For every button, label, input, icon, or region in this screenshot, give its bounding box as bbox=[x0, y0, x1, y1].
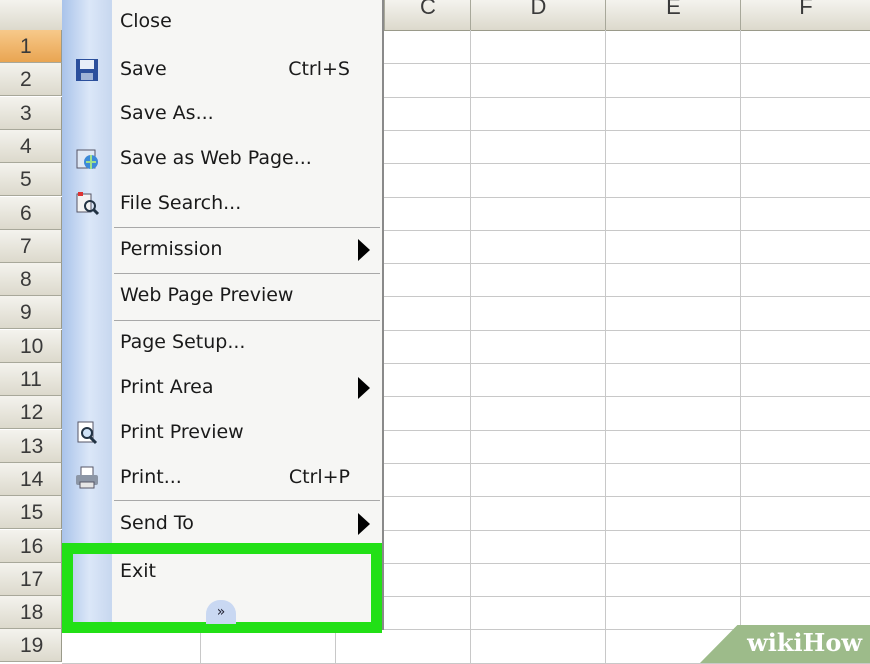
row-header-17[interactable]: 17 bbox=[0, 562, 62, 596]
column-gridline bbox=[605, 30, 606, 663]
menu-item-file-search[interactable]: File Search... bbox=[62, 182, 382, 226]
row-header-2[interactable]: 2 bbox=[0, 63, 62, 97]
submenu-arrow-icon bbox=[358, 239, 370, 261]
menu-item-close[interactable]: Close bbox=[62, 0, 382, 44]
menu-item-page-setup[interactable]: Page Setup... bbox=[62, 321, 382, 365]
menu-item-print-area[interactable]: Print Area bbox=[62, 366, 382, 410]
menu-item-shortcut: Ctrl+S bbox=[288, 58, 350, 80]
file-menu: Close Save Ctrl+S Save As... Save as Web Pag… bbox=[62, 0, 384, 630]
menu-item-print[interactable]: Print... Ctrl+P bbox=[62, 456, 382, 500]
row-header-11[interactable]: 11 bbox=[0, 363, 62, 396]
menu-item-label: Send To bbox=[120, 512, 194, 534]
row-header-1[interactable]: 1 bbox=[0, 30, 62, 63]
print-preview-icon bbox=[74, 420, 100, 446]
menu-item-shortcut: Ctrl+P bbox=[288, 466, 350, 488]
menu-item-label: Print Area bbox=[120, 376, 214, 398]
menu-item-web-page-preview[interactable]: Web Page Preview bbox=[62, 274, 382, 318]
menu-item-label: Save As... bbox=[120, 102, 214, 124]
row-header-14[interactable]: 14 bbox=[0, 462, 62, 496]
row-header-5[interactable]: 5 bbox=[0, 163, 62, 197]
menu-item-label: Print... bbox=[120, 466, 182, 488]
printer-icon bbox=[74, 465, 100, 491]
menu-item-save[interactable]: Save Ctrl+S bbox=[62, 48, 382, 92]
web-page-icon bbox=[74, 146, 100, 172]
menu-item-save-as[interactable]: Save As... bbox=[62, 92, 382, 136]
floppy-disk-icon bbox=[74, 57, 100, 83]
row-header-13[interactable]: 13 bbox=[0, 429, 62, 463]
row-header-19[interactable]: 19 bbox=[0, 629, 62, 663]
row-header-4[interactable]: 4 bbox=[0, 129, 62, 163]
menu-item-label: Close bbox=[120, 10, 172, 32]
menu-separator bbox=[114, 320, 380, 321]
row-header-7[interactable]: 7 bbox=[0, 229, 62, 263]
column-header-d[interactable]: D bbox=[470, 0, 606, 30]
menu-item-save-as-web-page[interactable]: Save as Web Page... bbox=[62, 137, 382, 181]
column-header-c[interactable]: C bbox=[384, 0, 471, 30]
column-gridline bbox=[740, 30, 741, 663]
row-header-10[interactable]: 10 bbox=[0, 329, 62, 363]
column-gridline bbox=[470, 30, 471, 663]
row-header-9[interactable]: 9 bbox=[0, 296, 62, 330]
menu-item-print-preview[interactable]: Print Preview bbox=[62, 411, 382, 455]
menu-item-label: Permission bbox=[120, 238, 223, 260]
menu-item-send-to[interactable]: Send To bbox=[62, 502, 382, 546]
menu-item-label: Print Preview bbox=[120, 421, 244, 443]
menu-item-label: Web Page Preview bbox=[120, 284, 294, 306]
row-header-8[interactable]: 8 bbox=[0, 263, 62, 297]
row-header-16[interactable]: 16 bbox=[0, 529, 62, 563]
menu-item-label: Save as Web Page... bbox=[120, 147, 312, 169]
watermark-text: wikiHow bbox=[747, 628, 862, 657]
file-search-icon bbox=[74, 191, 100, 217]
menu-item-label: Page Setup... bbox=[120, 331, 246, 353]
row-header-3[interactable]: 3 bbox=[0, 96, 62, 130]
menu-item-label: Save bbox=[120, 58, 167, 80]
column-header-e[interactable]: E bbox=[605, 0, 741, 30]
row-header-18[interactable]: 18 bbox=[0, 596, 62, 630]
row-header-6[interactable]: 6 bbox=[0, 196, 62, 230]
row-header-12[interactable]: 12 bbox=[0, 396, 62, 430]
row-header-15[interactable]: 15 bbox=[0, 496, 62, 530]
menu-item-permission[interactable]: Permission bbox=[62, 228, 382, 272]
menu-separator bbox=[114, 273, 380, 274]
column-header-f[interactable]: F bbox=[740, 0, 870, 30]
submenu-arrow-icon bbox=[358, 513, 370, 535]
menu-separator bbox=[114, 500, 380, 501]
submenu-arrow-icon bbox=[358, 377, 370, 399]
expand-menu-chevron-icon[interactable]: » bbox=[206, 600, 236, 624]
menu-separator bbox=[114, 227, 380, 228]
menu-item-label: File Search... bbox=[120, 192, 242, 214]
